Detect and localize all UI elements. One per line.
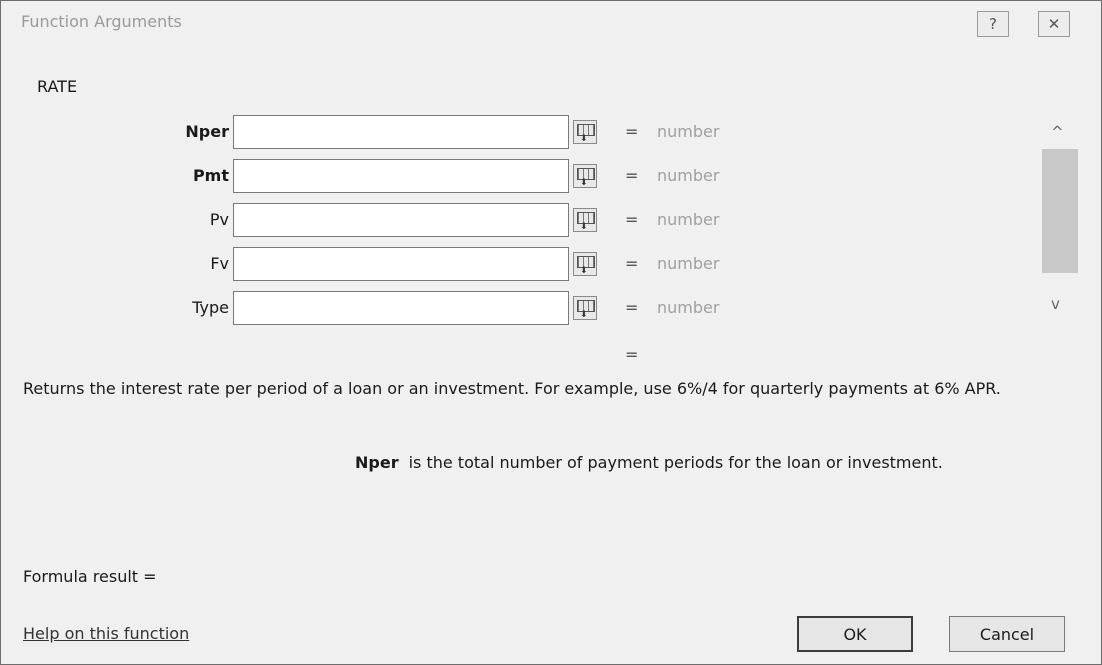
ok-button[interactable]: OK: [797, 616, 913, 652]
collapse-dialog-icon[interactable]: ⬇: [573, 164, 597, 188]
function-description: Returns the interest rate per period of …: [23, 379, 1001, 398]
argument-label: Pv: [209, 210, 229, 229]
argument-label: Fv: [210, 254, 229, 273]
function-result-equals: =: [625, 345, 639, 364]
argument-label: Type: [192, 298, 229, 317]
pmt-input[interactable]: [233, 159, 569, 193]
argument-row-type: Type ⬇ = number: [1, 291, 761, 325]
function-name: RATE: [37, 77, 78, 96]
window-title: Function Arguments: [21, 12, 182, 31]
argument-help-text: is the total number of payment periods f…: [408, 453, 943, 472]
argument-help-name: Nper: [355, 453, 399, 472]
fv-input[interactable]: [233, 247, 569, 281]
equals-sign: =: [625, 122, 639, 141]
arguments-scrollbar[interactable]: ^ v: [1036, 115, 1084, 325]
argument-result: number: [657, 298, 720, 317]
argument-row-fv: Fv ⬇ = number: [1, 247, 761, 281]
collapse-dialog-icon[interactable]: ⬇: [573, 296, 597, 320]
argument-result: number: [657, 254, 720, 273]
collapse-dialog-icon[interactable]: ⬇: [573, 252, 597, 276]
formula-result: Formula result =: [23, 567, 157, 586]
equals-sign: =: [625, 210, 639, 229]
argument-result: number: [657, 210, 720, 229]
function-arguments-dialog: Function Arguments ? ✕ RATE Nper ⬇ = num…: [0, 0, 1102, 665]
close-icon[interactable]: ✕: [1038, 11, 1070, 37]
pv-input[interactable]: [233, 203, 569, 237]
argument-result: number: [657, 166, 720, 185]
argument-row-pv: Pv ⬇ = number: [1, 203, 761, 237]
argument-row-nper: Nper ⬇ = number: [1, 115, 761, 149]
collapse-dialog-icon[interactable]: ⬇: [573, 120, 597, 144]
title-bar: Function Arguments ? ✕: [1, 1, 1101, 41]
nper-input[interactable]: [233, 115, 569, 149]
argument-help: Nper is the total number of payment perio…: [355, 453, 943, 472]
equals-sign: =: [625, 254, 639, 273]
cancel-button[interactable]: Cancel: [949, 616, 1065, 652]
argument-result: number: [657, 122, 720, 141]
help-icon[interactable]: ?: [977, 11, 1009, 37]
equals-sign: =: [625, 166, 639, 185]
scrollbar-thumb[interactable]: [1042, 149, 1078, 273]
chevron-down-icon[interactable]: v: [1051, 295, 1060, 313]
argument-label: Pmt: [192, 166, 229, 185]
chevron-up-icon[interactable]: ^: [1051, 123, 1064, 141]
argument-label: Nper: [185, 122, 229, 141]
collapse-dialog-icon[interactable]: ⬇: [573, 208, 597, 232]
type-input[interactable]: [233, 291, 569, 325]
equals-sign: =: [625, 298, 639, 317]
argument-row-pmt: Pmt ⬇ = number: [1, 159, 761, 193]
help-on-function-link[interactable]: Help on this function: [23, 624, 189, 643]
